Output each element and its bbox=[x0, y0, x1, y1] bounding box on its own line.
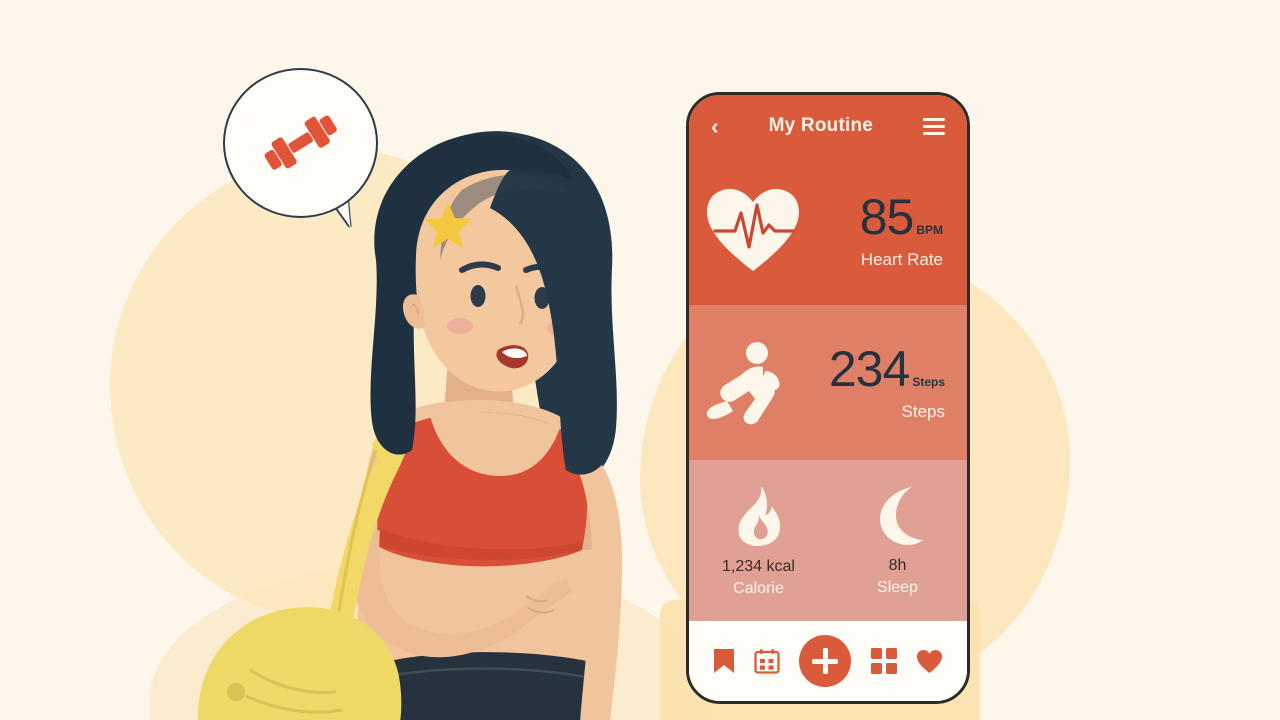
bag-button bbox=[227, 683, 245, 701]
heart-rate-label: Heart Rate bbox=[860, 250, 943, 269]
flame-icon bbox=[737, 485, 780, 546]
steps-label: Steps bbox=[901, 401, 945, 421]
plus-icon bbox=[812, 648, 839, 674]
steps-unit: Steps bbox=[912, 374, 945, 389]
heart-rate-unit: BPM bbox=[916, 223, 943, 237]
bottom-navigation-bar bbox=[689, 621, 967, 701]
sleep-label: Sleep bbox=[877, 578, 918, 596]
bookmark-icon[interactable] bbox=[713, 648, 735, 674]
sleep-value: 8h bbox=[888, 556, 907, 574]
heart-icon[interactable] bbox=[916, 649, 943, 674]
page-title: My Routine bbox=[768, 115, 874, 136]
grid-icon[interactable] bbox=[870, 648, 897, 674]
metric-card-split: 1,234 kcal Calorie 8h Sleep bbox=[689, 460, 967, 621]
dumbbell-icon bbox=[264, 115, 337, 170]
cheek-left bbox=[447, 318, 473, 334]
metric-readout: 85 BPM Heart Rate bbox=[801, 192, 947, 270]
metric-card-heart-rate[interactable]: 85 BPM Heart Rate bbox=[689, 157, 967, 305]
moon-icon bbox=[879, 486, 923, 545]
phone-mockup: ‹ My Routine 85 BPM Heart Rate 234 Steps… bbox=[686, 92, 970, 704]
metric-card-steps[interactable]: 234 Steps Steps bbox=[689, 305, 967, 460]
scene-canvas: ‹ My Routine 85 BPM Heart Rate 234 Steps… bbox=[0, 0, 1280, 720]
metric-tile-calorie[interactable]: 1,234 kcal Calorie bbox=[689, 460, 828, 621]
calorie-label: Calorie bbox=[733, 579, 784, 597]
calendar-icon[interactable] bbox=[754, 648, 780, 674]
app-header: ‹ My Routine bbox=[689, 95, 967, 157]
eye-left bbox=[470, 285, 486, 307]
heart-pulse-icon bbox=[705, 187, 801, 275]
hamburger-menu-icon[interactable] bbox=[923, 117, 945, 135]
back-icon[interactable]: ‹ bbox=[711, 114, 719, 138]
speech-bubble bbox=[223, 68, 378, 218]
metric-readout: 234 Steps Steps bbox=[787, 344, 949, 422]
metric-tile-sleep[interactable]: 8h Sleep bbox=[828, 460, 967, 621]
running-person-icon bbox=[705, 341, 787, 425]
heart-rate-value: 85 bbox=[859, 189, 915, 245]
calorie-value: 1,234 kcal bbox=[722, 557, 795, 575]
add-button[interactable] bbox=[799, 635, 852, 687]
steps-value: 234 bbox=[828, 340, 910, 397]
